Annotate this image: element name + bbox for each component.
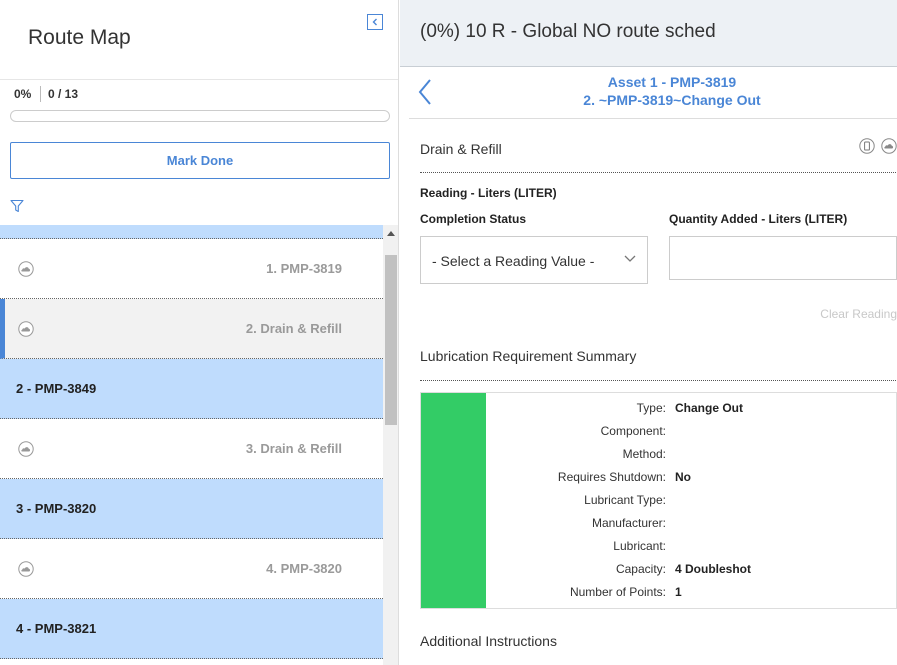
route-map-title: Route Map <box>28 26 131 49</box>
summary-value: No <box>675 470 691 484</box>
clear-reading-link[interactable]: Clear Reading <box>820 307 897 321</box>
summary-row: Type: Change Out <box>486 401 896 424</box>
mark-done-button[interactable]: Mark Done <box>10 142 390 179</box>
route-map-panel: Route Map 0% 0 / 13 Mark Done 1. PMP-381… <box>0 0 399 665</box>
summary-row: Capacity: 4 Doubleshot <box>486 562 896 585</box>
summary-label: Method: <box>622 447 666 461</box>
breadcrumb-step[interactable]: 2. ~PMP-3819~Change Out <box>460 92 884 108</box>
summary-value: 1 <box>675 585 682 599</box>
section-title: Drain & Refill <box>420 141 502 157</box>
route-header: (0%) 10 R - Global NO route sched <box>400 0 897 67</box>
asset-row-label: 2 - PMP-3849 <box>16 381 97 396</box>
progress-count: 0 / 13 <box>48 87 79 101</box>
scroll-thumb[interactable] <box>385 255 397 425</box>
summary-label: Requires Shutdown: <box>557 470 666 484</box>
summary-row: Lubricant: <box>486 539 896 562</box>
step-row-label: 2. Drain & Refill <box>245 321 342 336</box>
route-title: (0%) 10 R - Global NO route sched <box>420 21 716 42</box>
summary-label: Number of Points: <box>569 585 666 599</box>
cloud-icon <box>18 441 34 457</box>
step-row-label: 4. PMP-3820 <box>266 561 342 576</box>
summary-label: Lubricant Type: <box>584 493 666 507</box>
summary-label: Manufacturer: <box>591 516 666 530</box>
summary-row: Method: <box>486 447 896 470</box>
app: Route Map 0% 0 / 13 Mark Done 1. PMP-381… <box>0 0 897 665</box>
summary-row: Number of Points: 1 <box>486 585 896 608</box>
summary-divider <box>420 380 896 381</box>
chevron-left-icon <box>372 18 377 26</box>
filter-icon[interactable] <box>10 199 24 213</box>
chevron-down-icon <box>624 255 636 262</box>
asset-row-label: 3 - PMP-3820 <box>16 501 97 516</box>
detail-panel: (0%) 10 R - Global NO route sched Asset … <box>400 0 897 665</box>
cloud-icon <box>881 138 897 154</box>
cloud-icon <box>18 321 34 337</box>
summary-value: 4 Doubleshot <box>675 562 752 576</box>
section-header-icons <box>857 138 897 156</box>
summary-row: Lubricant Type: <box>486 493 896 516</box>
quantity-added-input[interactable] <box>669 236 897 280</box>
back-chevron-icon[interactable] <box>417 78 433 106</box>
summary-value: Change Out <box>675 401 743 415</box>
asset-row[interactable]: 3 - PMP-3820 <box>0 479 383 539</box>
cloud-icon <box>18 261 34 277</box>
mobile-device-icon <box>858 138 875 154</box>
summary-label: Component: <box>600 424 666 438</box>
lubrication-summary: Type: Change Out Component: Method: Requires… <box>420 392 897 609</box>
asset-row[interactable]: 4 - PMP-3821 <box>0 599 383 659</box>
quantity-added-label: Quantity Added - Liters (LITER) <box>669 212 848 226</box>
step-row[interactable]: 1. PMP-3819 <box>0 239 383 299</box>
step-row-label: 3. Drain & Refill <box>245 441 342 456</box>
additional-instructions-title: Additional Instructions <box>420 633 557 649</box>
progress-bar <box>10 110 390 122</box>
summary-title: Lubrication Requirement Summary <box>420 348 637 364</box>
cloud-icon <box>18 561 34 577</box>
step-row-label: 1. PMP-3819 <box>266 261 342 276</box>
completion-status-value: - Select a Reading Value - <box>432 253 595 269</box>
reading-label: Reading - Liters (LITER) <box>420 186 557 200</box>
header-divider <box>0 79 398 80</box>
list-item-partial[interactable] <box>0 225 383 239</box>
status-color-indicator <box>421 393 486 608</box>
step-row[interactable]: 3. Drain & Refill <box>0 419 383 479</box>
step-row-active[interactable]: 2. Drain & Refill <box>0 299 383 359</box>
asset-row[interactable]: 2 - PMP-3849 <box>0 359 383 419</box>
summary-label: Type: <box>636 401 666 415</box>
completion-status-select[interactable]: - Select a Reading Value - <box>420 236 648 284</box>
section-divider <box>420 172 896 173</box>
summary-label: Capacity: <box>615 562 666 576</box>
progress-percent: 0% <box>14 87 32 101</box>
route-list-scrollbar[interactable] <box>383 225 398 665</box>
breadcrumb-asset[interactable]: Asset 1 - PMP-3819 <box>460 74 884 90</box>
summary-row: Component: <box>486 424 896 447</box>
scroll-up-arrow-icon[interactable] <box>387 231 395 236</box>
summary-rows: Type: Change Out Component: Method: Requires… <box>486 401 896 608</box>
summary-row: Manufacturer: <box>486 516 896 539</box>
asset-row-label: 4 - PMP-3821 <box>16 621 97 636</box>
summary-label: Lubricant: <box>613 539 666 553</box>
progress-separator <box>40 86 41 102</box>
route-list: 1. PMP-3819 2. Drain & Refill 2 - PMP-3849… <box>0 225 383 665</box>
summary-row: Requires Shutdown: No <box>486 470 896 493</box>
completion-status-label: Completion Status <box>420 212 527 226</box>
collapse-panel-button[interactable] <box>367 14 383 30</box>
step-row[interactable]: 4. PMP-3820 <box>0 539 383 599</box>
breadcrumb-divider <box>409 118 897 119</box>
